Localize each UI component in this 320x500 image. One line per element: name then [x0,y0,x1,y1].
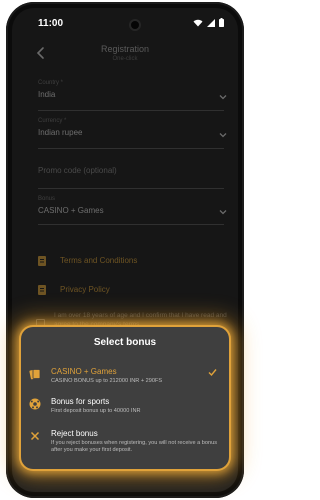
bonus-option-desc: CASINO BONUS up to 212000 INR + 290FS [51,378,163,384]
document-icon [38,256,46,266]
promo-code-placeholder: Promo code (optional) [38,166,117,175]
sheet-title: Select bonus [93,337,157,348]
front-camera [131,21,139,29]
page-title: Registration [100,44,150,54]
currency-value: Indian rupee [38,128,83,137]
promo-code-input[interactable]: Promo code (optional) [38,166,224,189]
checkmark-icon [208,369,217,377]
bonus-option-reject[interactable]: Reject bonus If you reject bonuses when … [21,427,229,461]
close-icon [30,431,40,441]
currency-label: Currency * [38,118,67,124]
bonus-option-title: Bonus for sports [51,397,110,406]
status-time: 11:00 [38,18,64,29]
battery-icon [219,18,224,27]
top-nav: Registration One-click [12,42,238,70]
signal-icon [207,18,215,27]
bonus-option-desc: First deposit bonus up to 40000 INR [51,408,141,414]
status-icons [193,18,224,27]
bonus-option-title: Reject bonus [51,429,98,438]
chevron-down-icon [219,95,227,100]
country-value: India [38,90,56,99]
privacy-link-label: Privacy Policy [60,285,110,294]
status-bar: 11:00 [12,8,238,30]
select-bonus-sheet: Select bonus CASINO + Games CASINO BONUS… [21,327,229,469]
document-icon [38,285,46,295]
bonus-option-sports[interactable]: Bonus for sports First deposit bonus up … [21,395,229,429]
bonus-select[interactable]: Bonus CASINO + Games [38,196,227,225]
bonus-option-casino[interactable]: CASINO + Games CASINO BONUS up to 212000… [21,365,229,399]
wifi-icon [193,19,203,26]
cards-icon [29,369,41,380]
currency-select[interactable]: Currency * Indian rupee [38,118,227,149]
country-select[interactable]: Country * India [38,80,227,111]
bonus-value: CASINO + Games [38,206,104,215]
chevron-down-icon [219,210,227,215]
page-subtitle: One-click [112,56,138,62]
country-label: Country * [38,80,64,86]
bonus-option-title: CASINO + Games [51,367,117,376]
chevron-down-icon [219,133,227,138]
bonus-label: Bonus [38,196,56,202]
bonus-option-desc: If you reject bonuses when registering, … [51,440,218,453]
terms-link-label: Terms and Conditions [60,256,138,265]
terms-link[interactable]: Terms and Conditions [38,254,228,270]
soccer-ball-icon [29,398,41,410]
privacy-link[interactable]: Privacy Policy [38,283,228,299]
